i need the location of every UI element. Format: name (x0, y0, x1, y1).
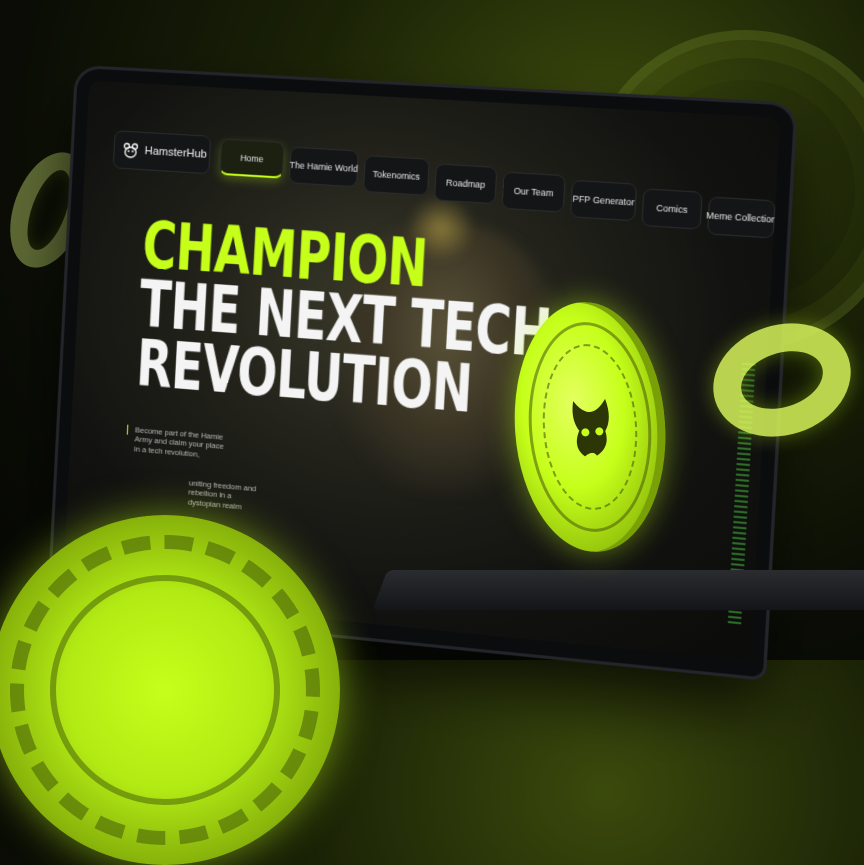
hero-subdescription: uniting freedom and rebellion in a dysto… (188, 478, 261, 513)
nav-meme-collection[interactable]: Meme Collection (707, 196, 776, 238)
hero-description: Become part of the Hamie Army and claim … (134, 425, 226, 461)
nav-roadmap[interactable]: Roadmap (434, 163, 497, 204)
nav-label: Tokenomics (373, 169, 421, 182)
nav-label: PFP Generator (572, 193, 634, 207)
foreground-coin (0, 515, 340, 865)
nav-our-team[interactable]: Our Team (502, 171, 566, 212)
nav-label: Meme Collection (706, 210, 777, 225)
nav-label: Home (240, 152, 264, 164)
brand-name: HamsterHub (144, 145, 207, 161)
nav-label: Our Team (513, 186, 553, 199)
nav-hamie-world[interactable]: The Hamie World (289, 147, 359, 188)
bracket-accent (127, 425, 132, 435)
hamster-glyph-icon (558, 388, 623, 464)
nav-tokenomics[interactable]: Tokenomics (363, 155, 430, 196)
nav-label: Comics (656, 203, 688, 215)
nav-pfp-generator[interactable]: PFP Generator (570, 180, 637, 222)
laptop-base (373, 570, 864, 610)
hero-headline: CHAMPION THE NEXT TECH REVOLUTION (135, 217, 556, 427)
nav-home[interactable]: Home (219, 138, 284, 178)
nav-label: Roadmap (446, 177, 486, 190)
brand-logo[interactable]: HamsterHub (113, 130, 212, 174)
nav-comics[interactable]: Comics (641, 188, 702, 229)
nav-label: The Hamie World (289, 160, 358, 174)
hamster-logo-icon (122, 142, 139, 159)
